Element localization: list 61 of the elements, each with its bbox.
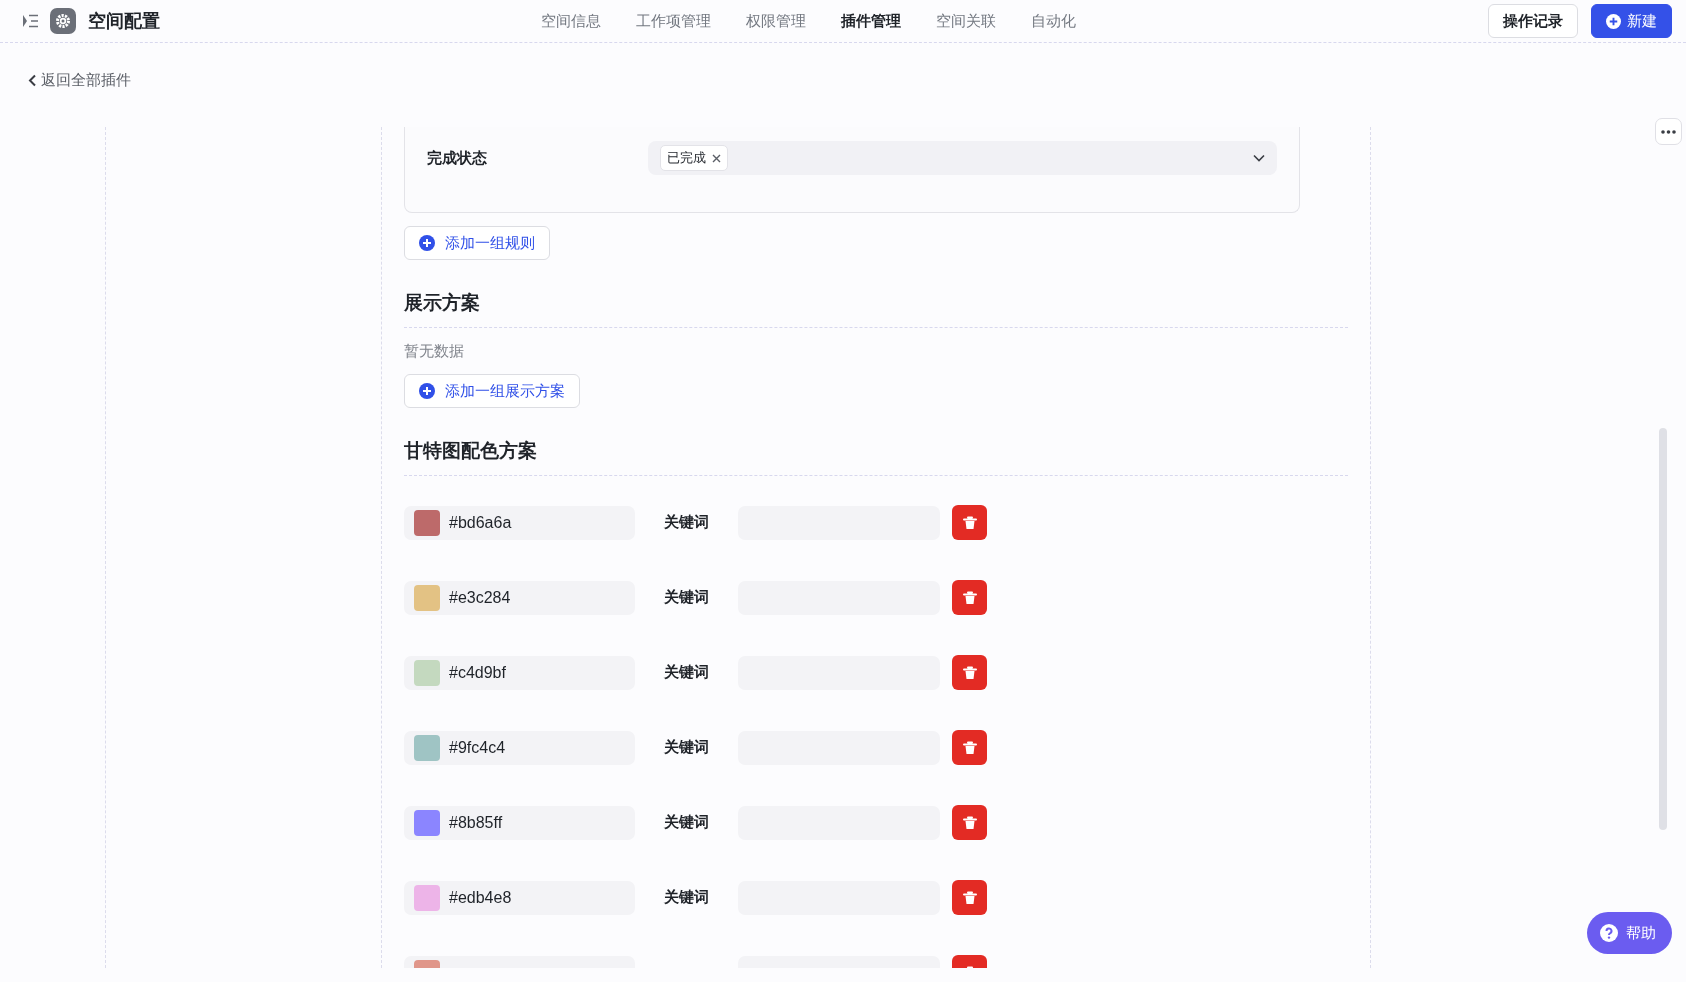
- trash-icon: [961, 814, 978, 831]
- more-button[interactable]: [1655, 118, 1682, 145]
- color-swatch[interactable]: [414, 659, 440, 686]
- add-rule-button[interactable]: 添加一组规则: [404, 226, 550, 260]
- color-field[interactable]: #e3c284: [404, 580, 635, 615]
- more-icon: [1661, 129, 1676, 134]
- help-icon: [1600, 924, 1618, 942]
- nav-tab[interactable]: 空间关联: [936, 12, 996, 31]
- section-title: 展示方案: [404, 290, 1348, 328]
- field-label: 完成状态: [427, 148, 488, 168]
- new-button[interactable]: 新建: [1591, 4, 1672, 38]
- close-icon[interactable]: [712, 153, 721, 163]
- history-button[interactable]: 操作记录: [1488, 4, 1578, 38]
- add-scheme-button[interactable]: 添加一组展示方案: [404, 374, 580, 408]
- app-logo-icon: [50, 8, 76, 34]
- color-field[interactable]: #8b85ff: [404, 805, 635, 840]
- page-title: 空间配置: [88, 10, 160, 33]
- trash-icon: [961, 514, 978, 531]
- color-swatch[interactable]: [414, 584, 440, 611]
- nav-tab[interactable]: 权限管理: [746, 12, 806, 31]
- status-tag: 已完成: [660, 145, 728, 171]
- delete-button[interactable]: [952, 505, 987, 540]
- nav-tab[interactable]: 自动化: [1031, 12, 1076, 31]
- plus-circle-icon: [419, 235, 435, 251]
- back-link[interactable]: 返回全部插件: [28, 71, 131, 90]
- trash-icon: [961, 589, 978, 606]
- delete-button[interactable]: [952, 580, 987, 615]
- keyword-label: 关键词: [663, 888, 710, 907]
- sidebar-toggle-icon[interactable]: [22, 14, 38, 28]
- color-field[interactable]: #edb4e8: [404, 880, 635, 915]
- keyword-label: 关键词: [663, 738, 710, 757]
- nav-tab[interactable]: 工作项管理: [636, 12, 711, 31]
- color-field[interactable]: #c4d9bf: [404, 655, 635, 690]
- keyword-label: 关键词: [663, 663, 710, 682]
- help-button[interactable]: 帮助: [1587, 912, 1672, 954]
- plus-circle-icon: [1606, 13, 1621, 29]
- scrollbar[interactable]: [1659, 428, 1667, 830]
- chevron-down-icon: [1253, 154, 1265, 162]
- section-title: 甘特图配色方案: [404, 438, 1348, 476]
- delete-button[interactable]: [952, 805, 987, 840]
- color-swatch[interactable]: [414, 809, 440, 836]
- nav-tab[interactable]: 空间信息: [541, 12, 601, 31]
- color-swatch[interactable]: [414, 734, 440, 761]
- color-swatch[interactable]: [414, 884, 440, 911]
- color-swatch[interactable]: [414, 509, 440, 536]
- keyword-label: 关键词: [663, 588, 710, 607]
- nav-tab[interactable]: 插件管理: [841, 12, 901, 31]
- status-select[interactable]: 已完成: [648, 141, 1277, 175]
- plus-circle-icon: [419, 383, 435, 399]
- chevron-left-icon: [28, 74, 37, 87]
- color-field[interactable]: #9fc4c4: [404, 730, 635, 765]
- keyword-label: 关键词: [663, 513, 710, 532]
- keyword-label: 关键词: [663, 813, 710, 832]
- color-field[interactable]: #bd6a6a: [404, 505, 635, 540]
- empty-text: 暂无数据: [404, 342, 465, 361]
- delete-button[interactable]: [952, 655, 987, 690]
- trash-icon: [961, 739, 978, 756]
- trash-icon: [961, 889, 978, 906]
- delete-button[interactable]: [952, 880, 987, 915]
- delete-button[interactable]: [952, 730, 987, 765]
- trash-icon: [961, 664, 978, 681]
